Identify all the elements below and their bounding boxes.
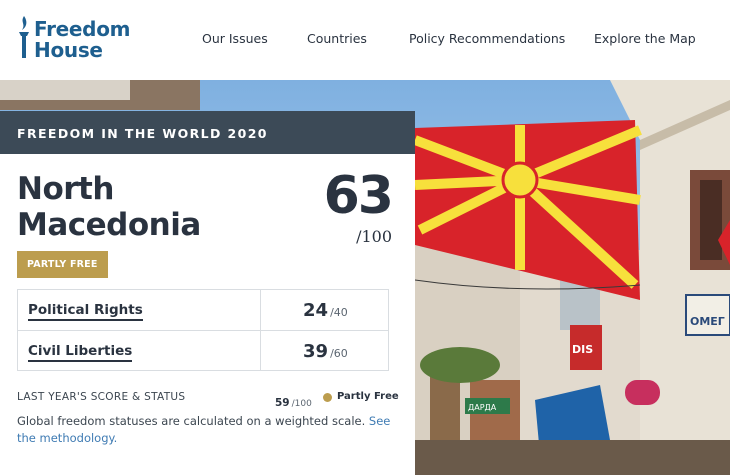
nav-explore-the-map[interactable]: Explore the Map	[594, 31, 696, 46]
nav-countries[interactable]: Countries	[307, 31, 367, 46]
political-rights-score-value: 24	[303, 300, 329, 321]
note-text: Global freedom statuses are calculated o…	[17, 414, 366, 428]
logo-text-house: House	[34, 38, 103, 62]
nav-our-issues[interactable]: Our Issues	[202, 31, 268, 46]
table-row-political-rights: Political Rights 24/40	[18, 290, 388, 331]
site-header: Freedom House Our Issues Countries Polic…	[0, 0, 730, 80]
category-score-table: Political Rights 24/40 Civil Liberties 3…	[17, 289, 389, 371]
freedom-house-logo[interactable]: Freedom House	[16, 14, 136, 64]
torch-icon	[19, 16, 29, 58]
total-score: 63	[323, 166, 394, 226]
table-row-civil-liberties: Civil Liberties 39/60	[18, 331, 388, 371]
status-badge: PARTLY FREE	[17, 251, 108, 278]
nav-policy-recommendations[interactable]: Policy Recommendations	[409, 31, 565, 46]
sign-omega: OMEГ	[690, 315, 725, 328]
last-year-status: Partly Free	[337, 391, 399, 402]
country-name-line2: Macedonia	[17, 207, 201, 243]
country-score-card: North Macedonia 63 /100 PARTLY FREE Poli…	[0, 154, 415, 475]
country-name-line1: North	[17, 171, 114, 207]
total-score-max: /100	[356, 227, 392, 246]
political-rights-score: 24/40	[303, 300, 348, 321]
report-title: FREEDOM IN THE WORLD 2020	[17, 126, 268, 141]
last-year-label: LAST YEAR'S SCORE & STATUS	[17, 391, 186, 403]
status-dot-icon	[323, 393, 332, 402]
sign-dis: DIS	[572, 343, 593, 356]
card-header-bar: FREEDOM IN THE WORLD 2020	[0, 111, 415, 154]
logo-text-freedom: Freedom	[34, 17, 131, 41]
methodology-note: Global freedom statuses are calculated o…	[17, 413, 397, 447]
political-rights-score-max: /40	[330, 306, 348, 319]
civil-liberties-score-max: /60	[330, 347, 348, 360]
political-rights-link[interactable]: Political Rights	[28, 302, 143, 321]
country-name: North Macedonia	[17, 171, 237, 243]
sign-green: ДАРДА	[468, 403, 497, 412]
last-year-score: 59/100	[275, 391, 312, 410]
last-year-score-value: 59	[275, 397, 290, 409]
last-year-score-max: /100	[291, 399, 312, 409]
civil-liberties-score-value: 39	[303, 341, 329, 362]
civil-liberties-link[interactable]: Civil Liberties	[28, 343, 133, 362]
civil-liberties-score: 39/60	[303, 341, 348, 362]
